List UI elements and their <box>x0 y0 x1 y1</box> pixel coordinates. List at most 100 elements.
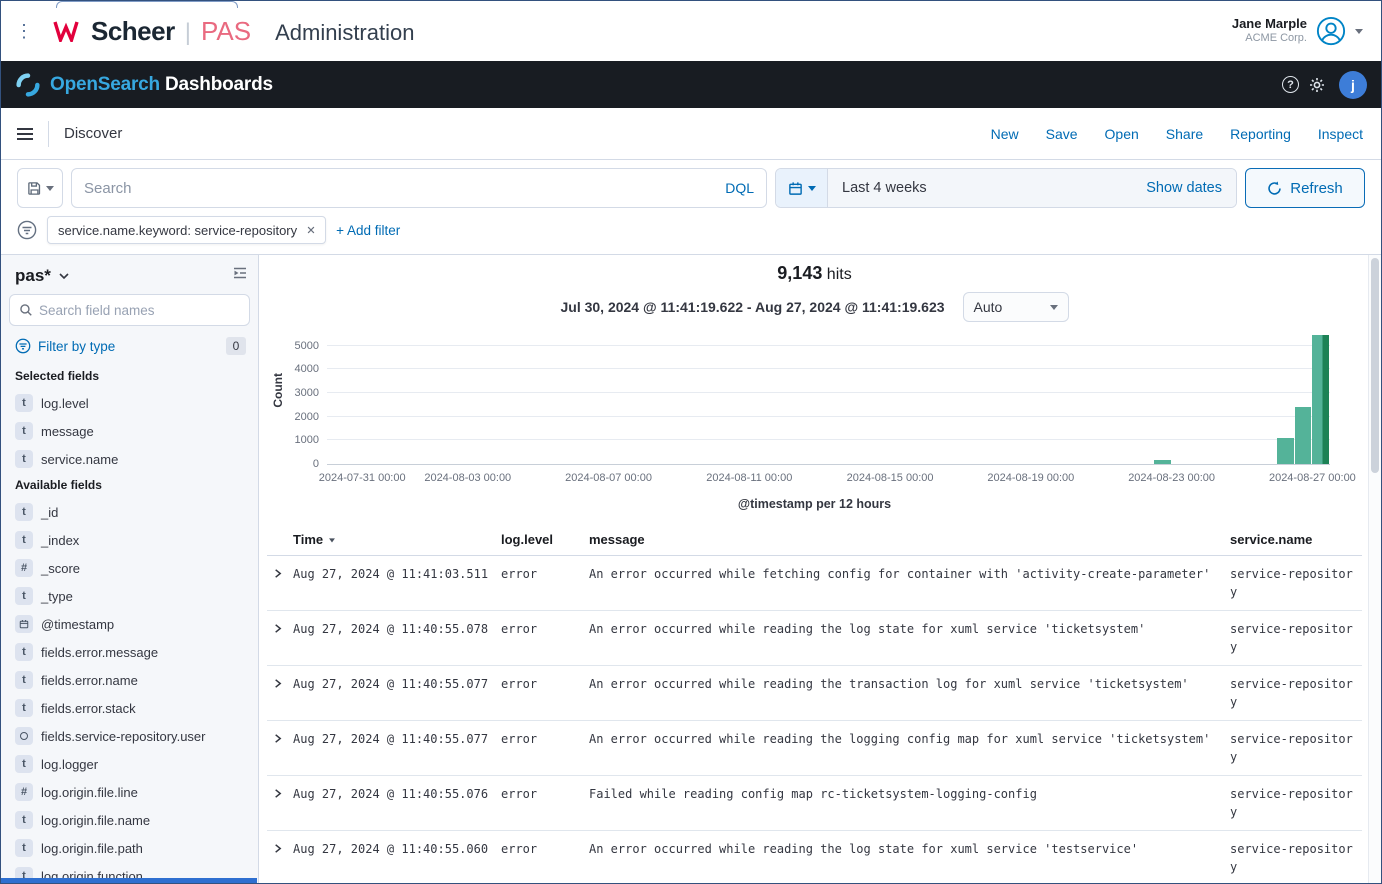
cell-service: service-repository <box>1230 840 1362 876</box>
y-tick-label: 4000 <box>267 363 319 375</box>
cell-level: error <box>501 565 589 601</box>
add-filter-button[interactable]: + Add filter <box>336 223 400 238</box>
field-item-log.logger[interactable]: tlog.logger <box>9 750 250 778</box>
expand-row-icon[interactable] <box>267 840 293 876</box>
field-name: log.origin.file.line <box>41 778 138 806</box>
nav-action-open[interactable]: Open <box>1105 126 1139 142</box>
section-title: Administration <box>275 20 414 46</box>
field-item-message[interactable]: tmessage <box>9 417 250 445</box>
field-name: fields.error.name <box>41 666 138 694</box>
search-input[interactable] <box>84 180 717 197</box>
refresh-button[interactable]: Refresh <box>1245 168 1365 208</box>
field-item-_id[interactable]: t_id <box>9 498 250 526</box>
kebab-menu-icon[interactable]: ⋮ <box>15 22 33 40</box>
x-tick-label: 2024-08-15 00:00 <box>830 472 950 484</box>
field-item-fields.error.message[interactable]: tfields.error.message <box>9 638 250 666</box>
doc-table-header: Time log.level message service.name <box>267 525 1362 556</box>
column-header-message[interactable]: message <box>589 532 1230 547</box>
field-item-_type[interactable]: t_type <box>9 582 250 610</box>
field-item-@timestamp[interactable]: @timestamp <box>9 610 250 638</box>
interval-value: Auto <box>974 299 1003 315</box>
scrollbar-thumb[interactable] <box>1371 258 1379 473</box>
doc-table-body: Aug 27, 2024 @ 11:41:03.511errorAn error… <box>267 556 1362 884</box>
date-range-display[interactable]: Last 4 weeks Show dates <box>828 169 1236 207</box>
date-picker-group: Last 4 weeks Show dates <box>775 168 1237 208</box>
osd-title: OpenSearch Dashboards <box>50 74 273 96</box>
field-item-fields.error.name[interactable]: tfields.error.name <box>9 666 250 694</box>
chart-plot-area <box>327 335 1330 465</box>
filter-icon[interactable] <box>17 220 37 240</box>
show-dates-button[interactable]: Show dates <box>1146 180 1222 196</box>
close-icon[interactable] <box>306 225 316 235</box>
field-item-service.name[interactable]: tservice.name <box>9 445 250 473</box>
nav-action-new[interactable]: New <box>991 126 1019 142</box>
chevron-down-icon <box>808 186 816 191</box>
column-header-level[interactable]: log.level <box>501 532 589 547</box>
field-name: service.name <box>41 445 118 473</box>
expand-row-icon[interactable] <box>267 675 293 711</box>
field-item-log.level[interactable]: tlog.level <box>9 389 250 417</box>
brand-product: PAS <box>201 16 251 47</box>
field-search-input[interactable] <box>39 303 240 318</box>
histogram-bar[interactable] <box>1295 407 1312 464</box>
date-field-icon <box>15 615 33 633</box>
quick-select-button[interactable] <box>776 169 828 207</box>
filter-by-type-button[interactable]: Filter by type 0 <box>9 335 250 364</box>
divider <box>48 121 49 147</box>
expand-row-icon[interactable] <box>267 565 293 601</box>
interval-select[interactable]: Auto <box>963 292 1069 322</box>
sidebar-horizontal-scrollbar[interactable] <box>1 878 257 883</box>
y-tick-label: 3000 <box>267 387 319 399</box>
expand-row-icon[interactable] <box>267 785 293 821</box>
field-item-log.origin.file.name[interactable]: tlog.origin.file.name <box>9 806 250 834</box>
nav-action-share[interactable]: Share <box>1166 126 1203 142</box>
user-avatar-icon[interactable] <box>1316 16 1346 46</box>
filter-pill[interactable]: service.name.keyword: service-repository <box>47 216 326 244</box>
cell-message: An error occurred while reading the logg… <box>589 730 1230 766</box>
query-language-button[interactable]: DQL <box>725 180 754 196</box>
nav-action-save[interactable]: Save <box>1046 126 1078 142</box>
discover-main: 9,143 hits Jul 30, 2024 @ 11:41:19.622 -… <box>259 255 1368 883</box>
histogram-chart: Count 0100020003000400050002024-07-31 00… <box>267 335 1360 491</box>
nav-action-inspect[interactable]: Inspect <box>1318 126 1363 142</box>
available-fields-list: t_idt_index#_scoret_type@timestamptfield… <box>9 498 250 883</box>
field-name: _type <box>41 582 73 610</box>
saved-query-button[interactable] <box>17 168 63 208</box>
histogram-bar[interactable] <box>1277 438 1294 464</box>
table-row: Aug 27, 2024 @ 11:40:55.060errorAn error… <box>267 831 1362 884</box>
table-row: Aug 27, 2024 @ 11:41:03.511errorAn error… <box>267 556 1362 611</box>
user-org: ACME Corp. <box>1232 32 1307 46</box>
histogram-bar[interactable] <box>1154 460 1171 464</box>
field-item-_index[interactable]: t_index <box>9 526 250 554</box>
help-icon[interactable]: ? <box>1282 76 1299 93</box>
expand-row-icon[interactable] <box>267 730 293 766</box>
x-tick-label: 2024-08-07 00:00 <box>549 472 669 484</box>
gear-icon[interactable] <box>1309 77 1325 93</box>
nav-action-reporting[interactable]: Reporting <box>1230 126 1291 142</box>
cell-service: service-repository <box>1230 565 1362 601</box>
index-pattern-selector[interactable]: pas* <box>15 266 70 286</box>
y-tick-label: 0 <box>267 458 319 470</box>
string-field-icon: t <box>15 699 33 717</box>
histogram-bar[interactable] <box>1312 335 1329 464</box>
hamburger-menu-icon[interactable] <box>17 128 33 140</box>
expand-row-icon[interactable] <box>267 620 293 656</box>
field-item-_score[interactable]: #_score <box>9 554 250 582</box>
table-row: Aug 27, 2024 @ 11:40:55.077errorAn error… <box>267 721 1362 776</box>
column-header-time[interactable]: Time <box>293 532 501 547</box>
column-header-service[interactable]: service.name <box>1230 532 1362 547</box>
user-menu[interactable]: Jane Marple ACME Corp. <box>1232 16 1363 46</box>
vertical-scrollbar[interactable] <box>1368 255 1381 883</box>
field-item-log.origin.file.line[interactable]: #log.origin.file.line <box>9 778 250 806</box>
table-row: Aug 27, 2024 @ 11:40:55.077errorAn error… <box>267 666 1362 721</box>
field-item-fields.service-repository.user[interactable]: fields.service-repository.user <box>9 722 250 750</box>
field-item-fields.error.stack[interactable]: tfields.error.stack <box>9 694 250 722</box>
avatar[interactable]: j <box>1339 71 1367 99</box>
date-range-value: Last 4 weeks <box>842 180 927 196</box>
x-tick-label: 2024-08-11 00:00 <box>689 472 809 484</box>
cell-message: An error occurred while reading the tran… <box>589 675 1230 711</box>
chart-header: Jul 30, 2024 @ 11:41:19.622 - Aug 27, 20… <box>267 291 1362 323</box>
field-item-log.origin.file.path[interactable]: tlog.origin.file.path <box>9 834 250 862</box>
collapse-sidebar-icon[interactable] <box>232 265 248 286</box>
field-name: message <box>41 417 94 445</box>
